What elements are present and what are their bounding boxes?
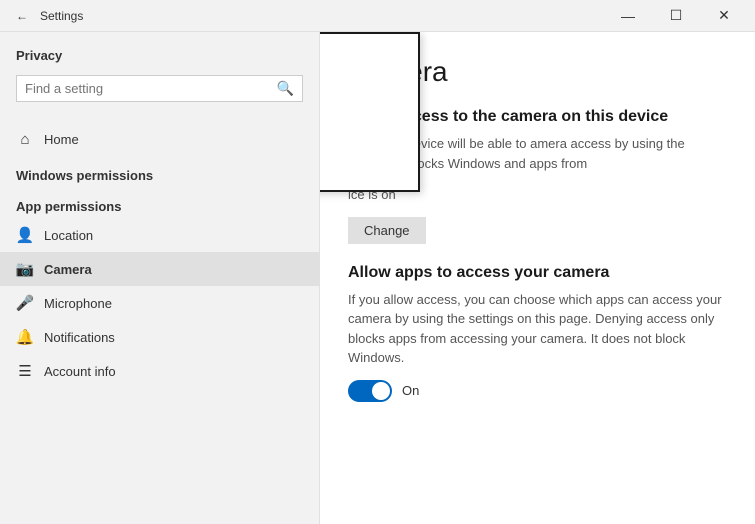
- apps-toggle-label: On: [402, 383, 419, 398]
- search-icon: 🔍: [277, 80, 294, 97]
- main-content: Camera for this device On Camera Allow a…: [320, 32, 755, 524]
- sidebar-notifications-label: Notifications: [44, 330, 115, 345]
- minimize-button[interactable]: —: [605, 0, 651, 32]
- apps-toggle[interactable]: [348, 380, 392, 402]
- sidebar-account-label: Account info: [44, 364, 116, 379]
- app-permissions-label: App permissions: [0, 187, 319, 218]
- camera-icon: 📷: [16, 260, 34, 278]
- title-bar: ← Settings — ☐ ✕: [0, 0, 755, 32]
- home-label: Home: [44, 132, 79, 147]
- camera-device-popup: Camera for this device On: [320, 32, 420, 192]
- sidebar-app-title: Privacy: [16, 48, 303, 63]
- sidebar-item-camera[interactable]: 📷 Camera: [0, 252, 319, 286]
- sidebar-header: Privacy 🔍: [0, 32, 319, 122]
- apps-toggle-row: On: [348, 380, 727, 402]
- home-icon: ⌂: [16, 130, 34, 148]
- account-info-icon: ☰: [16, 362, 34, 380]
- sidebar-camera-label: Camera: [44, 262, 92, 277]
- popup-label: Camera for this device: [320, 54, 398, 70]
- section2-text: If you allow access, you can choose whic…: [348, 290, 727, 368]
- app-body: Privacy 🔍 ⌂ Home Windows permissions App…: [0, 32, 755, 524]
- location-icon: 👤: [16, 226, 34, 244]
- back-button[interactable]: ←: [8, 2, 36, 30]
- sidebar-item-account-info[interactable]: ☰ Account info: [0, 354, 319, 388]
- sidebar-microphone-label: Microphone: [44, 296, 112, 311]
- microphone-icon: 🎤: [16, 294, 34, 312]
- sidebar-item-microphone[interactable]: 🎤 Microphone: [0, 286, 319, 320]
- device-toggle-row: On: [320, 86, 398, 108]
- change-button[interactable]: Change: [348, 217, 426, 244]
- maximize-button[interactable]: ☐: [653, 0, 699, 32]
- app-title: Settings: [40, 9, 605, 23]
- notifications-icon: 🔔: [16, 328, 34, 346]
- sidebar-item-notifications[interactable]: 🔔 Notifications: [0, 320, 319, 354]
- sidebar-item-location[interactable]: 👤 Location: [0, 218, 319, 252]
- sidebar: Privacy 🔍 ⌂ Home Windows permissions App…: [0, 32, 320, 524]
- section2-heading: Allow apps to access your camera: [348, 264, 727, 282]
- close-button[interactable]: ✕: [701, 0, 747, 32]
- sidebar-location-label: Location: [44, 228, 93, 243]
- window-controls: — ☐ ✕: [605, 0, 747, 32]
- search-box[interactable]: 🔍: [16, 75, 303, 102]
- sidebar-item-home[interactable]: ⌂ Home: [0, 122, 319, 156]
- windows-permissions-label: Windows permissions: [0, 156, 319, 187]
- apps-toggle-knob: [372, 382, 390, 400]
- search-input[interactable]: [25, 81, 277, 96]
